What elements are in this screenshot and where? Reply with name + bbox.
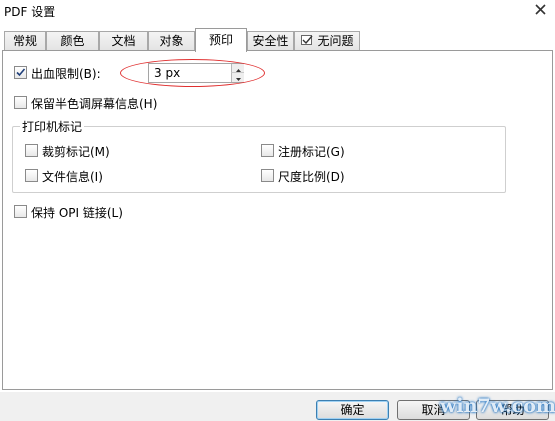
tab-security[interactable]: 安全性 [247,31,294,51]
file-info-checkbox[interactable] [25,169,38,182]
tab-label: 颜色 [60,34,85,48]
tab-label: 常规 [12,34,37,48]
tab-label: 文档 [111,34,136,48]
opi-links-checkbox[interactable] [14,205,27,218]
registration-marks-label: 注册标记(G) [278,145,345,159]
tab-label: 无问题 [317,34,354,48]
ok-button[interactable]: 确定 [316,400,389,420]
tab-color[interactable]: 颜色 [46,31,99,51]
tab-general[interactable]: 常规 [4,31,46,51]
tab-label: 安全性 [252,34,289,48]
scale-checkbox[interactable] [261,169,274,182]
bleed-limit-checkbox[interactable] [14,66,27,79]
registration-marks-checkbox[interactable] [261,144,274,157]
halftone-info-label: 保留半色调屏幕信息(H) [31,97,158,111]
bleed-limit-label: 出血限制(B): [31,67,101,81]
close-icon[interactable] [530,1,552,19]
window-title: PDF 设置 [4,5,56,19]
tab-label: 对象 [159,34,184,48]
printer-marks-title: 打印机标记 [20,118,85,135]
tab-bar: 常规 颜色 文档 对象 预印 安全性 无问题 [0,28,555,52]
highlight-ellipse [120,59,265,87]
tab-objects[interactable]: 对象 [148,31,195,51]
crop-marks-label: 裁剪标记(M) [42,145,110,159]
tab-document[interactable]: 文档 [99,31,148,51]
title-bar: PDF 设置 [0,0,555,28]
halftone-info-checkbox[interactable] [14,96,27,109]
checkmark-page-icon [300,33,314,51]
watermark: win7w.com [440,395,555,417]
tab-label: 预印 [208,33,233,47]
file-info-label: 文件信息(I) [42,170,103,184]
tab-prepress[interactable]: 预印 [195,28,247,52]
tab-no-issues[interactable]: 无问题 [294,31,360,51]
scale-label: 尺度比例(D) [278,170,345,184]
opi-links-label: 保持 OPI 链接(L) [31,206,123,220]
crop-marks-checkbox[interactable] [25,144,38,157]
